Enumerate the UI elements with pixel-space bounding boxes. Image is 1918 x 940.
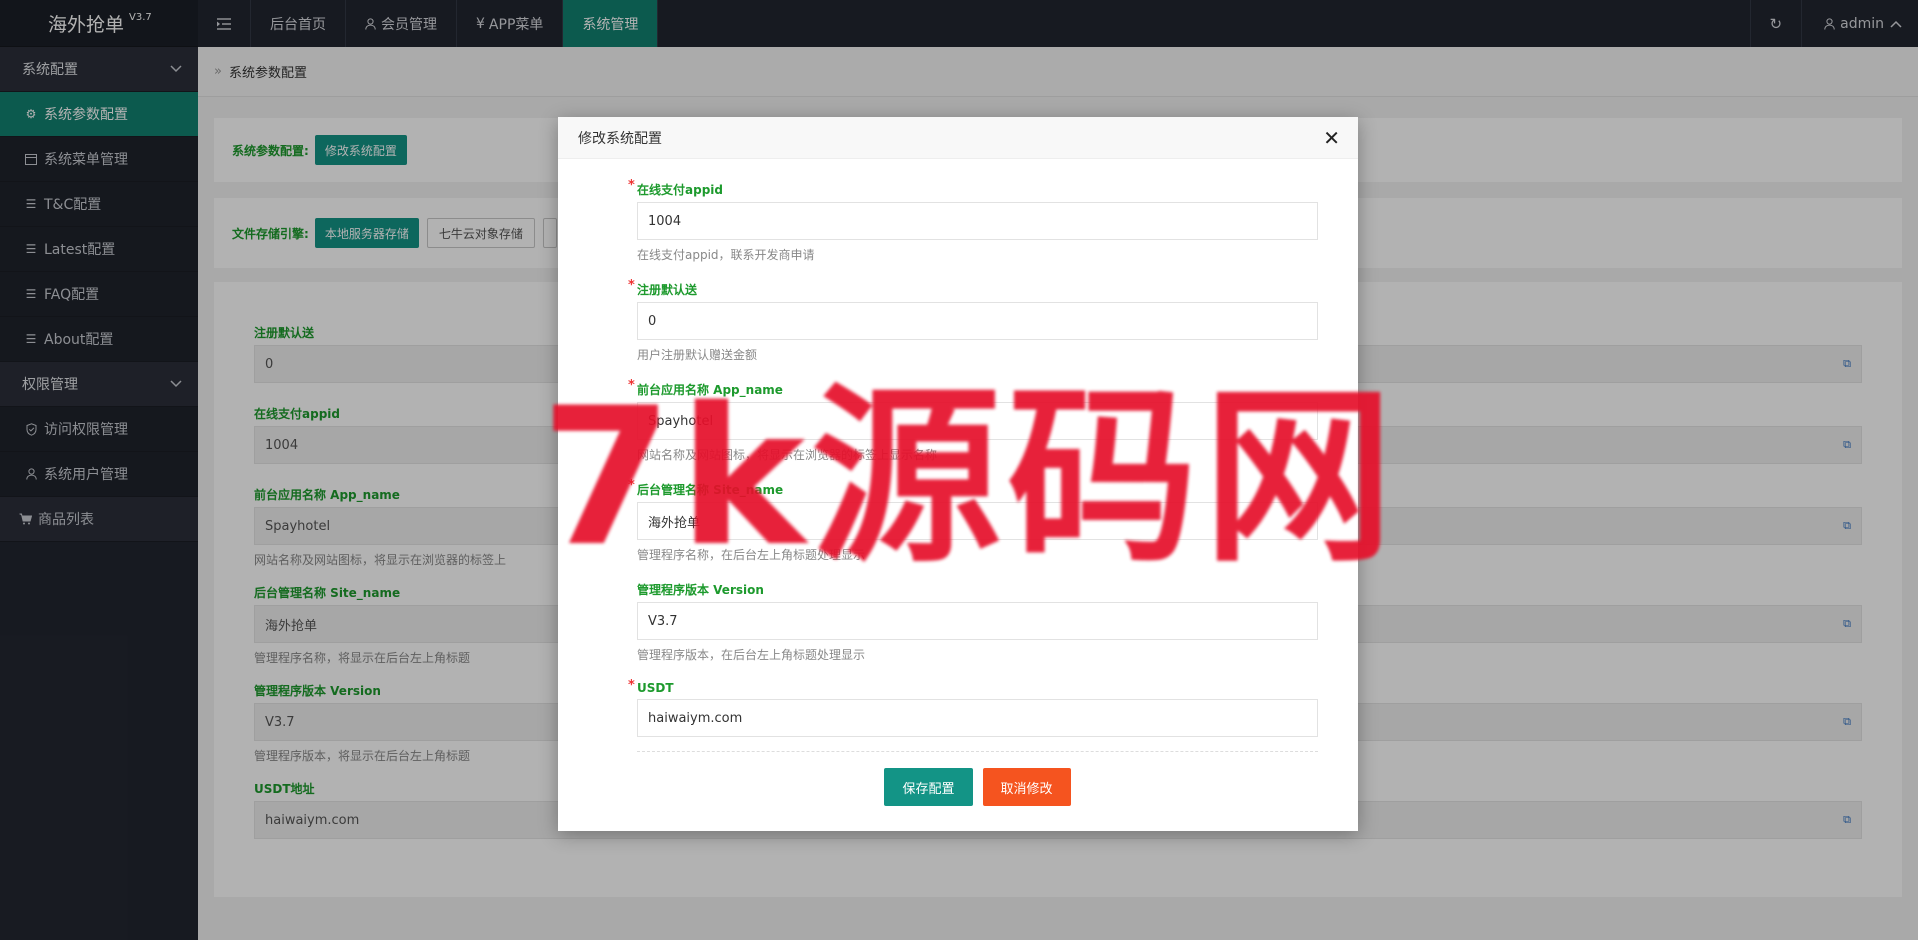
modal-field-app-name: * 前台应用名称 App_name Spayhotel 网站名称及网站图标，将显示… xyxy=(598,378,1318,463)
modal-field-site-name: * 后台管理名称 Site_name 海外抢单 管理程序名称，在后台左上角标题处理… xyxy=(598,478,1318,563)
required-mark: * xyxy=(628,178,635,193)
field-label: * 后台管理名称 Site_name xyxy=(598,478,1318,498)
field-label: * USDT xyxy=(598,678,1318,695)
cancel-edit-button[interactable]: 取消修改 xyxy=(982,768,1071,806)
edit-config-modal: 修改系统配置 ✕ * 在线支付appid 1004 在线支付appid，联系开发商… xyxy=(558,117,1358,831)
field-help: 网站名称及网站图标，将显示在浏览器的标签上显示名称 xyxy=(637,448,938,462)
modal-actions: 保存配置 取消修改 xyxy=(598,768,1318,806)
field-label: * 前台应用名称 App_name xyxy=(598,378,1318,398)
modal-field-usdt: * USDT haiwaiym.com xyxy=(598,678,1318,737)
field-help: 用户注册默认赠送金额 xyxy=(637,348,758,362)
required-mark: * xyxy=(628,278,635,293)
usdt-input[interactable]: haiwaiym.com xyxy=(637,699,1318,737)
field-help: 管理程序名称，在后台左上角标题处理显示 xyxy=(637,548,866,562)
register-bonus-input[interactable]: 0 xyxy=(637,302,1318,340)
field-label-text: 注册默认送 xyxy=(637,283,698,297)
modal-divider xyxy=(637,751,1318,752)
field-label-text: USDT xyxy=(637,681,674,695)
field-help: 在线支付appid，联系开发商申请 xyxy=(637,248,815,262)
field-label: * 在线支付appid xyxy=(598,178,1318,198)
modal-header: 修改系统配置 ✕ xyxy=(558,117,1358,159)
field-label: * 注册默认送 xyxy=(598,278,1318,298)
field-label: 管理程序版本 Version xyxy=(598,581,1318,598)
modal-title: 修改系统配置 xyxy=(578,130,662,147)
field-label-text: 管理程序版本 Version xyxy=(637,583,764,597)
field-label-text: 前台应用名称 App_name xyxy=(637,383,783,397)
appid-input[interactable]: 1004 xyxy=(637,202,1318,240)
modal-body: * 在线支付appid 1004 在线支付appid，联系开发商申请 * 注册默认送… xyxy=(558,159,1358,806)
field-label-text: 后台管理名称 Site_name xyxy=(637,483,784,497)
modal-field-register-bonus: * 注册默认送 0 用户注册默认赠送金额 xyxy=(598,278,1318,363)
version-input[interactable]: V3.7 xyxy=(637,602,1318,640)
required-mark: * xyxy=(628,678,635,693)
modal-field-version: 管理程序版本 Version V3.7 管理程序版本，在后台左上角标题处理显示 xyxy=(598,581,1318,663)
save-config-button[interactable]: 保存配置 xyxy=(884,768,973,806)
app-name-input[interactable]: Spayhotel xyxy=(637,402,1318,440)
modal-field-appid: * 在线支付appid 1004 在线支付appid，联系开发商申请 xyxy=(598,178,1318,263)
close-icon[interactable]: ✕ xyxy=(1323,128,1340,148)
field-help: 管理程序版本，在后台左上角标题处理显示 xyxy=(637,648,866,662)
required-mark: * xyxy=(628,378,635,393)
required-mark: * xyxy=(628,478,635,493)
site-name-input[interactable]: 海外抢单 xyxy=(637,502,1318,540)
field-label-text: 在线支付appid xyxy=(637,183,723,197)
